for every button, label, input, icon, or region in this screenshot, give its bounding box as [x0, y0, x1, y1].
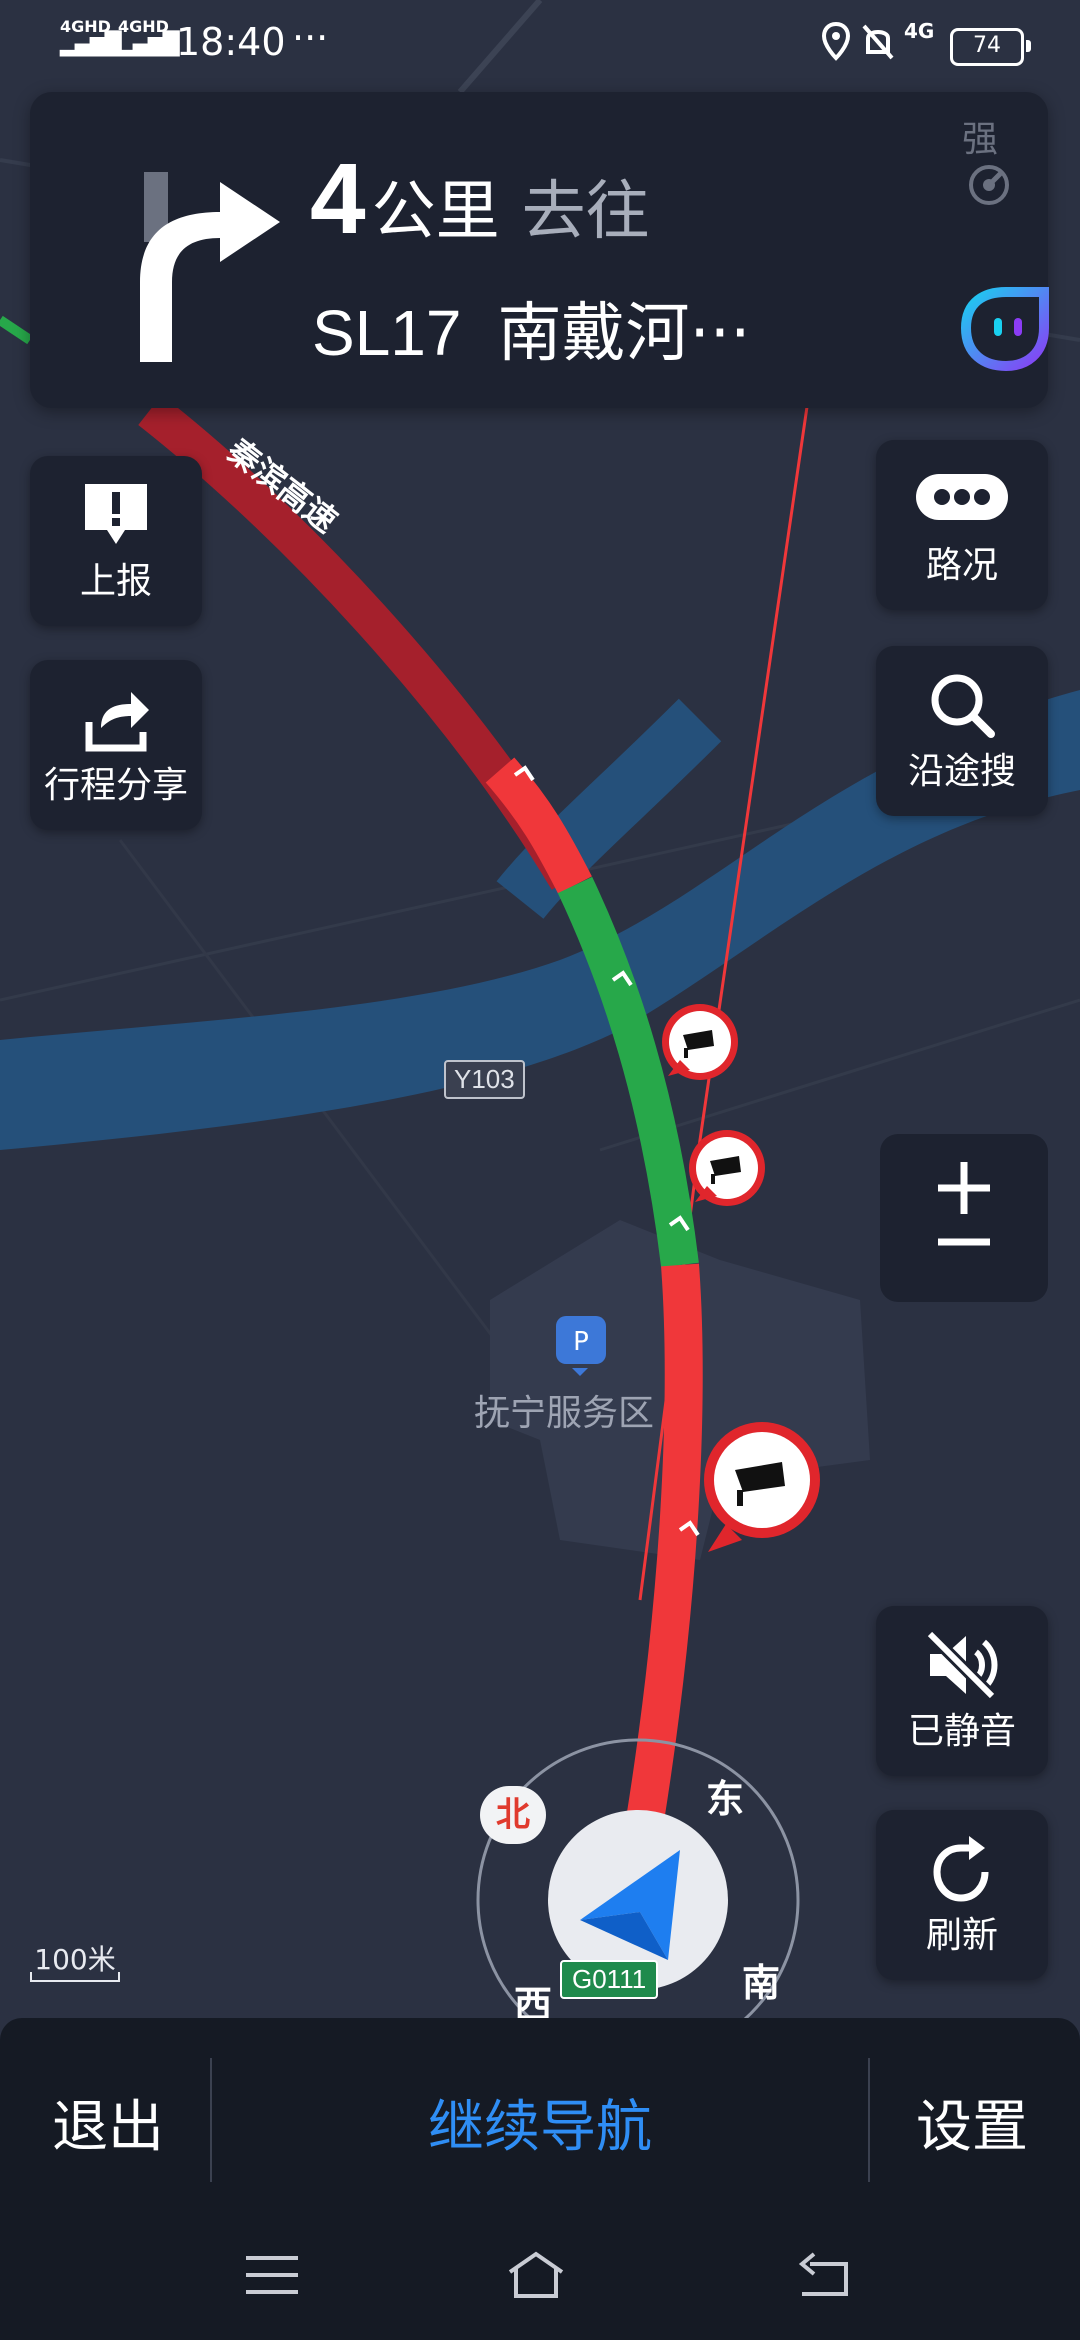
refresh-button[interactable]: 刷新: [876, 1810, 1048, 1980]
zoom-out-button[interactable]: [880, 1218, 1048, 1302]
signal-strength-label: 强: [962, 119, 999, 160]
clock: 18:40: [176, 20, 286, 64]
next-road: SL17 南戴河···: [312, 282, 751, 374]
minus-icon: [938, 1238, 990, 1246]
speed-camera-icon: [662, 1004, 738, 1080]
scale-bar: 100米: [30, 1938, 120, 1982]
report-button[interactable]: 上报: [30, 456, 202, 626]
report-label: 上报: [79, 561, 152, 602]
distance-value: 4: [310, 143, 366, 255]
menu-icon[interactable]: [242, 2250, 302, 2300]
poi-label[interactable]: 抚宁服务区: [474, 1384, 654, 1436]
location-icon: [822, 22, 850, 61]
battery-indicator: 74: [950, 28, 1031, 66]
speed-camera-icon: [689, 1130, 765, 1206]
cellular-signal-icon: 4GHD ▂▄▆█: [60, 17, 122, 57]
share-icon: [85, 692, 149, 752]
road-badge-y103[interactable]: Y103: [444, 1060, 525, 1099]
turn-guidance-card[interactable]: 4公里 去往 SL17 南戴河··· 强: [30, 92, 1049, 408]
compass-east: 东: [706, 1777, 745, 1821]
traffic-button[interactable]: 路况: [876, 440, 1048, 610]
report-icon: [85, 484, 147, 544]
search-along-route-button[interactable]: 沿途搜: [876, 646, 1048, 816]
traffic-label: 路况: [925, 545, 998, 586]
search-label: 沿途搜: [907, 751, 1016, 792]
zoom-in-button[interactable]: [880, 1134, 1048, 1218]
muted-speaker-icon: [925, 1629, 998, 1701]
plus-icon: [938, 1162, 990, 1214]
divider: [868, 2058, 870, 2182]
distance-unit: 公里: [371, 175, 500, 249]
compass-south: 南: [742, 1961, 781, 2005]
zoom-control: [880, 1134, 1048, 1302]
cellular-signal-icon-2: 4GHD ▂▄▆█: [118, 17, 180, 57]
network-4g-icon: 4G: [904, 19, 935, 43]
mute-button[interactable]: 已静音: [876, 1606, 1048, 1776]
gps-signal-icon: [969, 165, 1009, 205]
refresh-icon: [933, 1836, 989, 1902]
mute-bell-icon: [862, 24, 894, 60]
distance-display: 4公里 去往: [310, 142, 650, 255]
refresh-label: 刷新: [925, 1915, 998, 1956]
share-label: 行程分享: [43, 765, 188, 806]
voice-assistant-icon[interactable]: [956, 284, 1056, 372]
road-name: 南戴河···: [497, 297, 751, 371]
bottom-action-bar: 退出 继续导航 设置: [0, 2018, 1080, 2340]
more-notifications-icon: ···: [292, 16, 329, 60]
traffic-icon: [916, 474, 1008, 520]
toward-label: 去往: [521, 175, 650, 249]
svg-text:P: P: [573, 1327, 589, 1357]
settings-button[interactable]: 设置: [916, 2082, 1028, 2163]
status-bar: 4GHD ▂▄▆█ 4GHD ▂▄▆█ 18:40 ··· 4G 74: [0, 0, 1080, 84]
home-icon[interactable]: [506, 2250, 566, 2300]
mute-label: 已静音: [907, 1711, 1016, 1752]
road-code: SL17: [312, 297, 462, 369]
turn-right-arrow-icon: [140, 172, 280, 362]
share-trip-button[interactable]: 行程分享: [30, 660, 202, 830]
back-icon[interactable]: [794, 2250, 854, 2300]
gps-signal: 强: [962, 110, 1048, 208]
search-icon: [931, 674, 995, 738]
route-badge-g0111: G0111: [560, 1960, 659, 1999]
compass-north[interactable]: 北: [480, 1786, 546, 1844]
